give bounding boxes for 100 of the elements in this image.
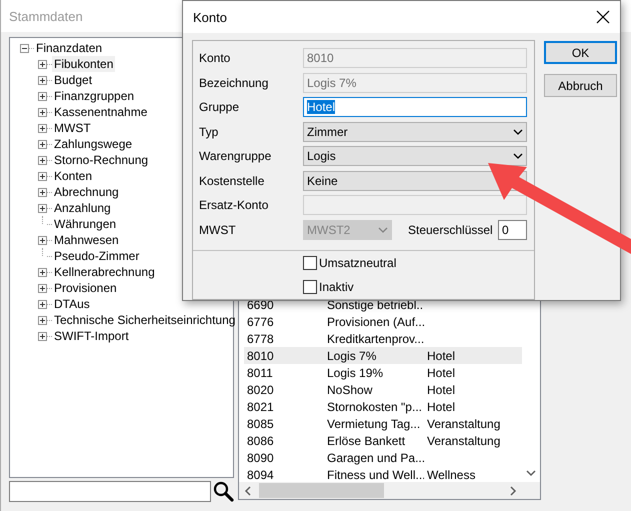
field-label: Gruppe [199,100,240,114]
tree-item[interactable]: Budget [52,72,94,88]
tree-item[interactable]: Pseudo-Zimmer [52,248,142,264]
table-cell-text: Provisionen (Auf... [326,314,424,328]
table-cell-text: Fitness und Well... [326,468,424,482]
expand-icon[interactable] [38,156,47,164]
checkbox[interactable]: Umsatzneutral [303,256,396,270]
field-label: Konto [199,51,232,65]
table-cell-text: Sonstige betriebl... [326,298,424,312]
table-cell-text: 6776 [246,314,275,328]
field-label: Kostenstelle [199,174,266,188]
tree-item[interactable]: Anzahlung [52,200,113,216]
tree-item[interactable]: Währungen [52,216,118,232]
table-cell-text: Garagen und Pa... [326,450,424,464]
scroll-down-icon[interactable] [526,468,536,478]
expand-icon[interactable] [38,172,47,180]
chevron-icon [513,153,523,159]
table-row[interactable]: 8086 Erlöse Bankett Veranstaltung [244,432,522,449]
expand-icon[interactable] [38,316,47,324]
dropdown[interactable]: Zimmer [303,122,527,142]
scroll-right-icon[interactable] [508,486,518,496]
table-cell-text: 6690 [246,298,275,312]
expand-icon[interactable] [38,300,47,308]
tree-item[interactable]: Konten [52,168,94,184]
tree-item[interactable]: MWST [52,120,93,136]
table-cell-text: NoShow [326,382,374,396]
table-cell-text: Vermietung Tag... [326,416,422,430]
tree-item[interactable]: Technische Sicherheitseinrichtung [52,312,238,328]
close-icon[interactable] [596,10,610,24]
table-row[interactable]: 6778 Kreditkartenprov... [244,330,522,347]
table-cell-text: 8086 [246,434,275,448]
table-row[interactable]: 8094 Fitness und Well...Wellness [244,466,522,482]
table-row[interactable]: 8090 Garagen und Pa... [244,449,522,466]
table-row[interactable]: 8010 Logis 7% Hotel [244,347,522,364]
tree-item[interactable]: Zahlungswege [52,136,134,152]
table-row[interactable]: 8020 NoShow Hotel [244,381,522,398]
field-label: Ersatz-Konto [199,198,270,212]
tree-item[interactable]: SWIFT-Import [52,328,131,344]
table-cell-text: Stornokosten "p... [326,400,423,414]
search-icon[interactable] [213,481,234,502]
table-cell-text: 8021 [246,400,275,414]
expand-icon[interactable] [38,236,47,244]
expand-icon[interactable] [38,332,47,340]
expand-icon[interactable] [38,188,47,196]
tree-item[interactable]: Abrechnung [52,184,121,200]
dropdown[interactable]: Logis [303,146,527,166]
tree-item[interactable]: Finanzdaten [34,40,104,56]
tree-item[interactable]: Storno-Rechnung [52,152,150,168]
table-row[interactable]: 8021 Stornokosten "p... Hotel [244,398,522,415]
field-label: Typ [199,124,220,138]
tree-item[interactable]: Provisionen [52,280,119,296]
tree-item[interactable]: Fibukonten [52,56,116,72]
dialog-title: Konto [193,10,227,24]
tree-item[interactable]: DTAus [52,296,92,312]
table-row[interactable]: 8011 Logis 19% Hotel [244,364,522,381]
table-cell-text: Wellness [426,468,476,482]
tree-item[interactable]: Kassenentnahme [52,104,150,120]
expand-icon[interactable] [38,284,47,292]
table-cell-text: Erlöse Bankett [326,434,406,448]
table-cell-text: Hotel [426,366,456,380]
checkbox[interactable]: Inaktiv [303,280,354,294]
search-field[interactable] [9,481,211,502]
expand-icon[interactable] [38,140,47,148]
table-row[interactable]: 6776 Provisionen (Auf... [244,313,522,330]
collapse-icon[interactable] [20,44,29,52]
table-cell-text: 8094 [246,468,275,482]
table-cell-text: Veranstaltung [426,416,502,430]
table-row[interactable]: 8085 Vermietung Tag... Veranstaltung [244,415,522,432]
scroll-left-icon[interactable] [243,486,253,496]
table-cell-text: 8090 [246,450,275,464]
table-cell-text: 8011 [246,366,274,380]
tree-item[interactable]: Finanzgruppen [52,88,136,104]
expand-icon[interactable] [38,92,47,100]
table-cell-text: Kreditkartenprov... [326,332,424,346]
expand-icon[interactable] [38,124,47,132]
tree-item[interactable]: Kellnerabrechnung [52,264,157,280]
table-cell-text: Hotel [426,348,456,362]
table-cell-text: Hotel [426,382,456,396]
tree-item[interactable]: Mahnwesen [52,232,121,248]
chevron-icon [378,226,388,232]
expand-icon[interactable] [38,76,47,84]
field-label: MWST [199,222,237,236]
dialog-button[interactable]: OK [544,41,617,64]
table-cell-text: 8020 [246,382,275,396]
field-label: Steuerschlüssel [408,222,494,236]
dialog-button[interactable]: Abbruch [544,74,617,97]
table-cell-text: 8085 [246,416,275,430]
chevron-icon [513,128,523,134]
expand-icon[interactable] [38,204,47,212]
window-title: Stammdaten [9,8,83,24]
table-cell-text: Logis 7% [326,348,378,362]
expand-icon[interactable] [38,60,47,68]
field-label: Warengruppe [199,149,272,163]
table-cell-text: 6778 [246,332,275,346]
scrollbar-thumb[interactable] [259,483,384,498]
expand-icon[interactable] [38,268,47,276]
expand-icon[interactable] [38,108,47,116]
table-cell-text: 8010 [246,348,275,362]
text-field[interactable]: Hotel [303,97,527,117]
table-cell-text: Hotel [426,400,456,414]
